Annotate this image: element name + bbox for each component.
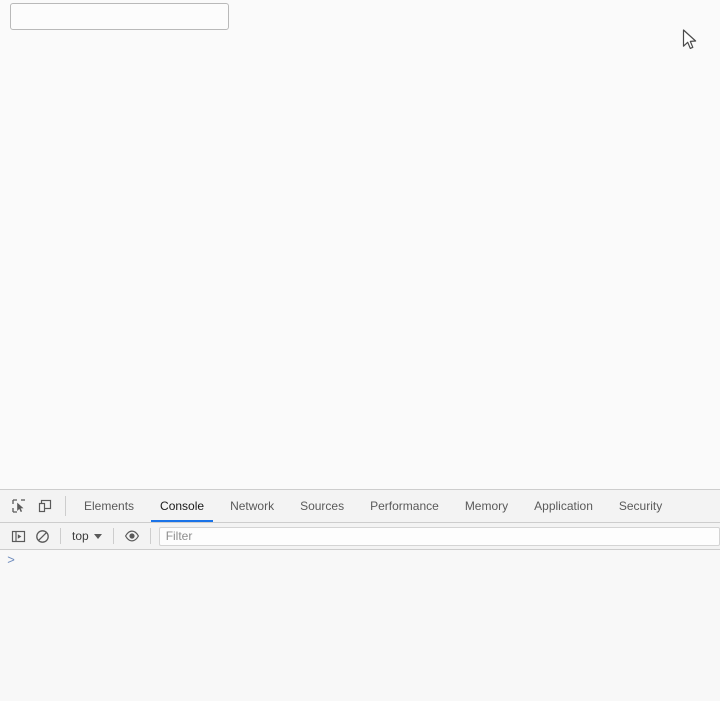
- console-prompt-chevron-icon: >: [7, 552, 15, 567]
- console-filter-input[interactable]: [158, 526, 720, 546]
- tab-sources[interactable]: Sources: [287, 490, 357, 522]
- devtools-tabs: Elements Console Network Sources Perform…: [71, 490, 720, 522]
- console-prompt-input[interactable]: [22, 552, 720, 568]
- console-toolbar-divider: [60, 528, 61, 544]
- console-prompt-row[interactable]: >: [0, 550, 720, 572]
- devtools-panel: Elements Console Network Sources Perform…: [0, 489, 720, 701]
- inspect-element-icon[interactable]: [6, 493, 32, 519]
- tab-label: Security: [618, 499, 663, 513]
- tab-label: Application: [534, 499, 593, 513]
- tab-network[interactable]: Network: [217, 490, 287, 522]
- console-body: >: [0, 550, 720, 701]
- clear-console-icon[interactable]: [30, 525, 54, 547]
- tab-security[interactable]: Security: [606, 490, 675, 522]
- chevron-down-icon: [93, 533, 102, 539]
- devtools-tool-icons: [0, 490, 60, 522]
- console-sidebar-toggle-icon[interactable]: [6, 525, 30, 547]
- devtools-tab-bar: Elements Console Network Sources Perform…: [0, 490, 720, 523]
- tab-label: Console: [160, 499, 205, 513]
- console-context-label: top: [72, 529, 89, 543]
- console-toolbar-divider-2: [112, 528, 114, 544]
- device-toolbar-icon[interactable]: [32, 493, 58, 519]
- text-input-field[interactable]: [10, 3, 229, 30]
- tab-application[interactable]: Application: [521, 490, 606, 522]
- tab-label: Performance: [370, 499, 439, 513]
- eye-icon[interactable]: [120, 525, 144, 547]
- tab-label: Memory: [464, 499, 509, 513]
- tab-elements[interactable]: Elements: [71, 490, 147, 522]
- tab-label: Sources: [300, 499, 345, 513]
- console-toolbar-divider-3: [149, 528, 151, 544]
- toolbar-divider: [65, 496, 66, 516]
- tab-label: Network: [230, 499, 275, 513]
- tab-memory[interactable]: Memory: [452, 490, 521, 522]
- page-viewport: [0, 0, 720, 489]
- tab-performance[interactable]: Performance: [357, 490, 452, 522]
- console-toolbar: top: [0, 523, 720, 550]
- tab-console[interactable]: Console: [147, 490, 217, 522]
- console-context-selector[interactable]: top: [67, 527, 107, 545]
- tab-label: Elements: [84, 499, 135, 513]
